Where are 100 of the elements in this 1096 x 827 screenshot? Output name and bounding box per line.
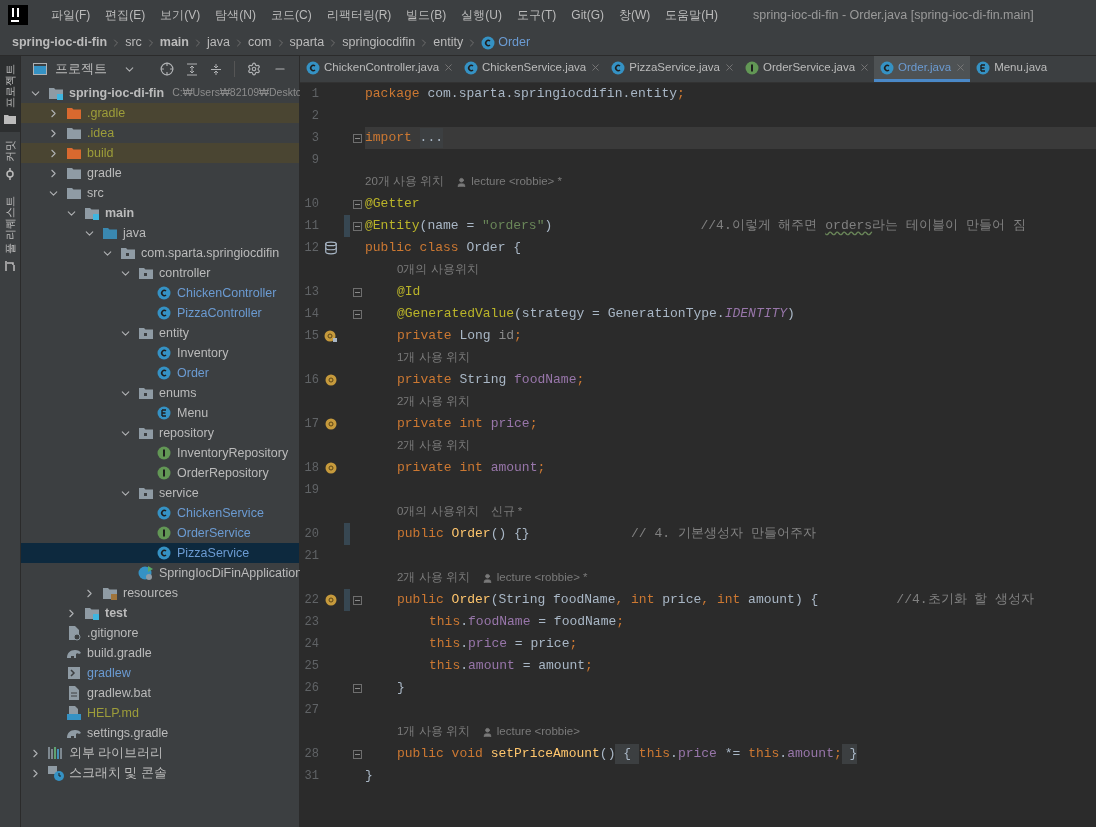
tree-item[interactable]: com.sparta.springiocdifin <box>21 243 299 263</box>
close-icon[interactable] <box>443 62 455 73</box>
tree-item[interactable]: gradlew.bat <box>21 683 299 703</box>
tree-item[interactable]: ChickenService <box>21 503 299 523</box>
line-number: 21 <box>303 548 319 565</box>
database-icon <box>324 241 338 255</box>
tree-item[interactable]: OrderService <box>21 523 299 543</box>
menubar-item[interactable]: Git(G) <box>571 6 604 24</box>
menubar-item[interactable]: 코드(C) <box>271 6 312 24</box>
breadcrumb-item[interactable]: Order <box>498 33 531 52</box>
fold-icon[interactable] <box>352 133 362 143</box>
tree-item[interactable]: src <box>21 183 299 203</box>
tree-item[interactable]: repository <box>21 423 299 443</box>
editor-tab[interactable]: ChickenController.java <box>300 56 459 82</box>
collapse-all-icon[interactable] <box>210 62 222 76</box>
fold-icon[interactable] <box>352 749 362 759</box>
author-hint[interactable]: lecture <robbie> * <box>471 173 562 191</box>
tree-item[interactable]: java <box>21 223 299 243</box>
usage-hint[interactable]: 2개 사용 위치 <box>397 569 470 587</box>
tree-item[interactable]: 스크래치 및 콘솔 <box>21 763 299 783</box>
menubar-item[interactable]: 보기(V) <box>160 6 201 24</box>
tree-item[interactable]: InventoryRepository <box>21 443 299 463</box>
tree-item[interactable]: resources <box>21 583 299 603</box>
tree-item[interactable]: .gitignore <box>21 623 299 643</box>
breadcrumb-item[interactable]: sparta <box>289 33 325 52</box>
expand-all-icon[interactable] <box>186 62 198 76</box>
menubar-item[interactable]: 도구(T) <box>517 6 557 24</box>
tree-item[interactable]: build <box>21 143 299 163</box>
tree-label: gradlew.bat <box>87 684 151 702</box>
editor-tab[interactable]: OrderService.java <box>739 56 875 82</box>
tree-item[interactable]: PizzaController <box>21 303 299 323</box>
menubar-item[interactable]: 도움말(H) <box>665 6 718 24</box>
menubar-item[interactable]: 빌드(B) <box>406 6 447 24</box>
tree-item[interactable]: .idea <box>21 123 299 143</box>
tree-item[interactable]: test <box>21 603 299 623</box>
change-marker[interactable] <box>344 589 350 611</box>
menubar-item[interactable]: 리팩터링(R) <box>326 6 392 24</box>
usage-hint[interactable]: 0개의 사용위치 <box>397 503 479 521</box>
menubar-item[interactable]: 파일(F) <box>51 6 91 24</box>
close-icon[interactable] <box>859 62 871 73</box>
change-marker[interactable] <box>344 215 350 237</box>
tree-item[interactable]: enums <box>21 383 299 403</box>
fold-icon[interactable] <box>352 199 362 209</box>
panel-title[interactable]: 프로젝트 <box>55 59 107 79</box>
tree-item[interactable]: .gradle <box>21 103 299 123</box>
tree-item[interactable]: spring-ioc-di-fin C:₩Users₩82109₩Deskto <box>21 83 299 103</box>
breadcrumb-item[interactable]: springiocdifin <box>342 33 416 52</box>
breadcrumb-item[interactable]: src <box>125 33 142 52</box>
editor-tab[interactable]: ChickenService.java <box>458 56 606 82</box>
menubar-item[interactable]: 편집(E) <box>105 6 146 24</box>
tree-item[interactable]: settings.gradle <box>21 723 299 743</box>
close-icon[interactable] <box>724 62 735 73</box>
menubar-item[interactable]: 실행(U) <box>461 6 502 24</box>
breadcrumb-item[interactable]: main <box>159 33 189 52</box>
menubar-item[interactable]: 탐색(N) <box>215 6 256 24</box>
usage-hint[interactable]: 0개의 사용위치 <box>397 261 479 279</box>
fold-icon[interactable] <box>352 595 362 605</box>
tree-item[interactable]: Menu <box>21 403 299 423</box>
tree-item[interactable]: ChickenController <box>21 283 299 303</box>
tree-item[interactable]: main <box>21 203 299 223</box>
side-tab[interactable]: 프로젝트 <box>0 56 20 132</box>
side-tab[interactable]: 커밋 <box>0 132 20 188</box>
tree-item[interactable]: build.gradle <box>21 643 299 663</box>
fold-icon[interactable] <box>352 309 362 319</box>
author-hint[interactable]: lecture <robbie> * <box>496 569 588 587</box>
breadcrumb-item[interactable]: entity <box>433 33 464 52</box>
tree-item[interactable]: gradle <box>21 163 299 183</box>
settings-icon[interactable] <box>247 62 261 76</box>
breadcrumb-item[interactable]: com <box>247 33 272 52</box>
tree-item[interactable]: controller <box>21 263 299 283</box>
breadcrumb-item[interactable]: spring-ioc-di-fin <box>12 33 108 52</box>
usage-hint[interactable]: 1개 사용 위치 <box>397 723 470 741</box>
tree-item[interactable]: OrderRepository <box>21 463 299 483</box>
tree-item[interactable]: gradlew <box>21 663 299 683</box>
fold-icon[interactable] <box>352 221 362 231</box>
usage-hint[interactable]: 20개 사용 위치 <box>365 173 445 191</box>
usage-hint[interactable]: 1개 사용 위치 <box>397 349 470 367</box>
tree-label: HELP.md <box>87 704 139 722</box>
fold-icon[interactable] <box>352 287 362 297</box>
tree-item[interactable]: Inventory <box>21 343 299 363</box>
author-hint[interactable]: lecture <robbie> <box>496 723 580 741</box>
tree-item[interactable]: service <box>21 483 299 503</box>
close-icon[interactable] <box>590 62 602 73</box>
editor-tab[interactable]: PizzaService.java <box>605 56 739 82</box>
editor-tab[interactable]: Menu.java <box>970 56 1052 82</box>
side-tab[interactable]: 풀 리퀘스트 <box>0 188 20 281</box>
tree-item[interactable]: 외부 라이브러리 <box>21 743 299 763</box>
fold-icon[interactable] <box>352 683 362 693</box>
crosshair-icon[interactable] <box>160 62 174 76</box>
menubar-item[interactable]: 창(W) <box>619 6 651 24</box>
change-marker[interactable] <box>344 523 350 545</box>
breadcrumb-item[interactable]: java <box>207 33 230 52</box>
usage-hint[interactable]: 2개 사용 위치 <box>397 393 470 411</box>
tree-item[interactable]: PizzaService <box>21 543 299 563</box>
class-icon <box>157 286 171 300</box>
tree-item[interactable]: Order <box>21 363 299 383</box>
tree-item[interactable]: entity <box>21 323 299 343</box>
ignore-file-icon <box>67 625 81 641</box>
usage-hint[interactable]: 2개 사용 위치 <box>397 437 470 455</box>
tree-item[interactable]: HELP.md <box>21 703 299 723</box>
